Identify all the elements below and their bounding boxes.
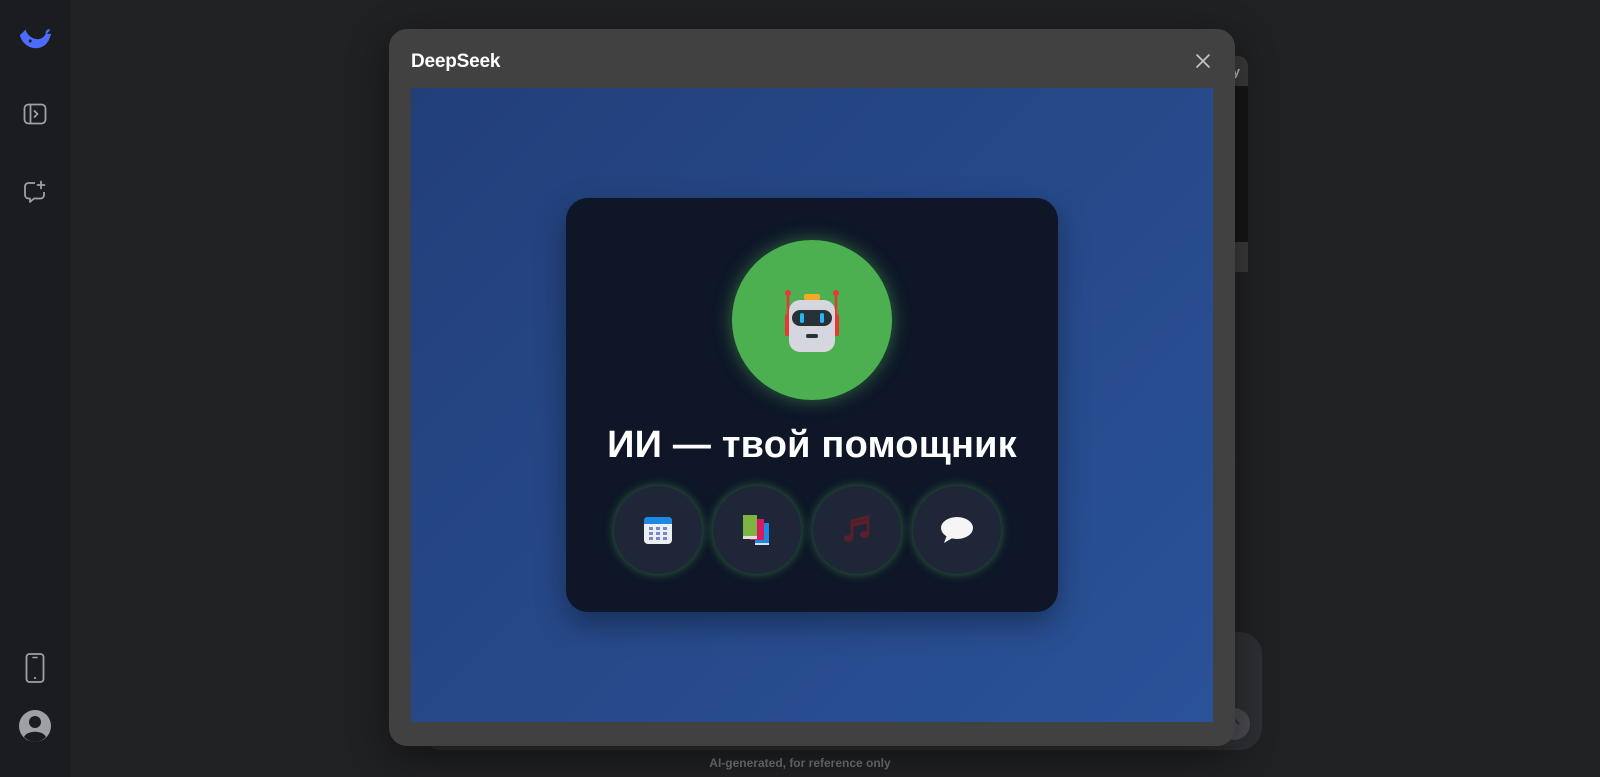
profile-button[interactable] bbox=[17, 708, 53, 744]
feature-calendar-button[interactable] bbox=[614, 486, 702, 574]
close-icon bbox=[1196, 54, 1210, 68]
speech-bubble-icon bbox=[941, 517, 973, 543]
feature-chat-button[interactable] bbox=[913, 486, 1001, 574]
robot-icon bbox=[785, 290, 839, 352]
footer-disclaimer: AI-generated, for reference only bbox=[709, 756, 891, 770]
assistant-card: ИИ — твой помощник bbox=[566, 198, 1058, 612]
user-avatar-icon bbox=[19, 710, 51, 742]
panel-right-icon bbox=[23, 103, 47, 125]
chat-plus-icon bbox=[24, 180, 46, 203]
phone-icon bbox=[25, 653, 45, 683]
open-sidebar-button[interactable] bbox=[17, 96, 53, 132]
avatar bbox=[732, 240, 892, 400]
html-preview-modal: DeepSeek ИИ — твой помощник bbox=[389, 29, 1235, 746]
sidebar bbox=[0, 0, 70, 777]
books-icon bbox=[743, 515, 769, 545]
feature-music-button[interactable] bbox=[813, 486, 901, 574]
modal-title: DeepSeek bbox=[411, 51, 501, 72]
close-button[interactable] bbox=[1193, 51, 1213, 71]
feature-books-button[interactable] bbox=[713, 486, 801, 574]
card-headline: ИИ — твой помощник bbox=[607, 424, 1017, 466]
new-chat-button[interactable] bbox=[17, 174, 53, 210]
preview-frame: ИИ — твой помощник bbox=[411, 88, 1213, 722]
deepseek-whale-logo[interactable] bbox=[17, 22, 53, 58]
get-app-button[interactable] bbox=[17, 650, 53, 686]
music-note-icon bbox=[844, 515, 870, 542]
calendar-icon bbox=[644, 517, 672, 544]
